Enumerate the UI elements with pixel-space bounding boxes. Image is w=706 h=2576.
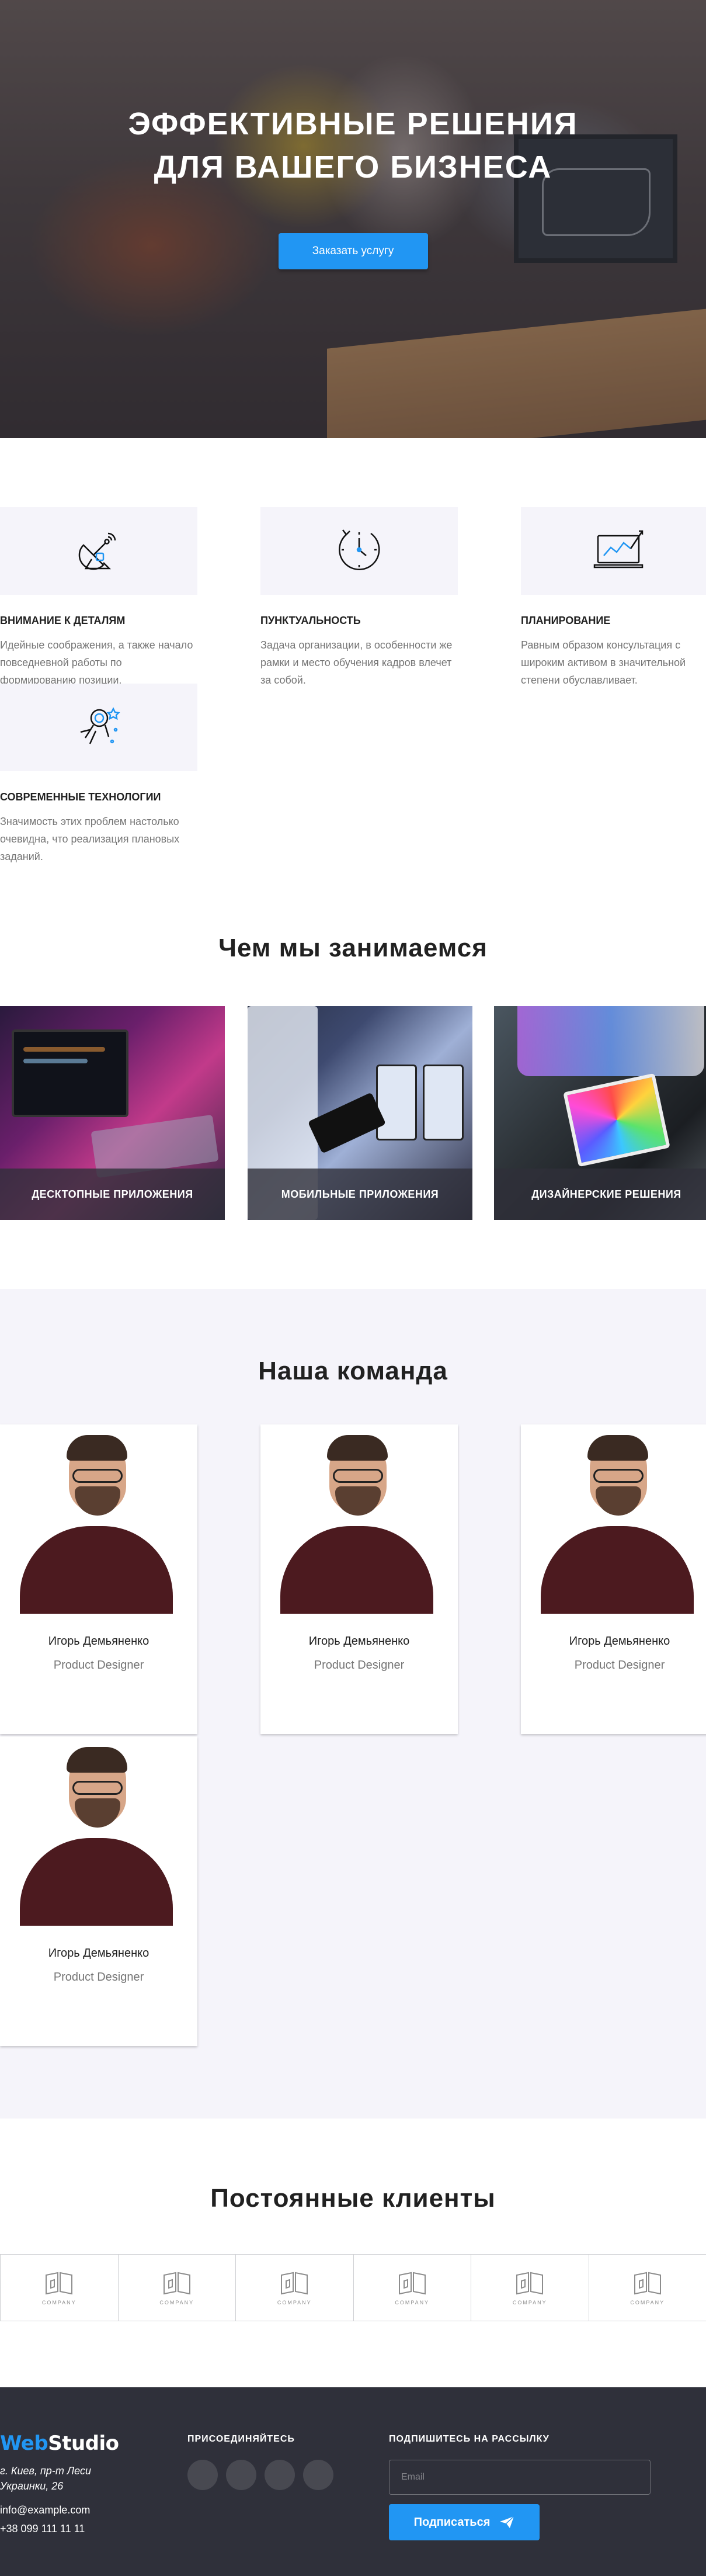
- footer: WebStudio г. Киев, пр-т Леси Украинки, 2…: [0, 2387, 706, 2576]
- antenna-icon: [75, 526, 122, 576]
- logo-rest: Studio: [48, 2432, 119, 2455]
- order-service-button[interactable]: Заказать услугу: [278, 233, 428, 269]
- service-card-design[interactable]: Дизайнерские решения: [494, 1006, 706, 1220]
- feature-item: Внимание к деталям Идейные соображения, …: [0, 507, 197, 689]
- member-photo: [521, 1424, 706, 1614]
- subscribe-button[interactable]: Подписаться: [389, 2504, 540, 2540]
- social-link-icon[interactable]: [303, 2460, 333, 2490]
- hero-section: Эффективные решения для вашего бизнеса З…: [0, 0, 706, 438]
- service-label: Десктопные приложения: [0, 1169, 225, 1220]
- footer-address[interactable]: г. Киев, пр-т Леси Украинки, 26: [0, 2463, 128, 2494]
- feature-text: Задача организации, в особенности же рам…: [260, 639, 453, 686]
- member-name: Игорь Демьяненко: [569, 1635, 670, 1648]
- feature-item: Современные технологии Значимость этих п…: [0, 684, 197, 865]
- feature-text: Идейные соображения, а также начало повс…: [0, 639, 193, 686]
- social-link-icon[interactable]: [187, 2460, 218, 2490]
- astronaut-icon: [72, 703, 125, 753]
- member-role: Product Designer: [574, 1659, 665, 1672]
- member-name: Игорь Демьяненко: [48, 1635, 149, 1648]
- member-role: Product Designer: [314, 1659, 405, 1672]
- client-logo[interactable]: COMPANY: [588, 2254, 706, 2321]
- clients-title: Постоянные клиенты: [210, 2184, 496, 2213]
- client-logo[interactable]: COMPANY: [353, 2254, 471, 2321]
- client-logo[interactable]: COMPANY: [117, 2254, 236, 2321]
- company-logo-icon: [46, 2272, 73, 2294]
- team-member-card: Игорь Демьяненко Product Designer: [260, 1424, 458, 1734]
- clients-list: COMPANY COMPANY COMPANY COMPANY COMPANY …: [0, 2254, 706, 2321]
- company-logo-icon: [634, 2272, 661, 2294]
- feature-text: Значимость этих проблем настолько очевид…: [0, 816, 180, 862]
- client-logo[interactable]: COMPANY: [471, 2254, 589, 2321]
- member-photo: [0, 1424, 197, 1614]
- service-label: Дизайнерские решения: [494, 1169, 706, 1220]
- member-photo: [0, 1736, 197, 1926]
- clients-section: Постоянные клиенты COMPANY COMPANY COMPA…: [0, 2119, 706, 2387]
- service-card-mobile[interactable]: Мобильные приложения: [248, 1006, 472, 1220]
- subscribe-title: Подпишитесь на рассылку: [389, 2434, 550, 2444]
- member-role: Product Designer: [53, 1659, 144, 1672]
- feature-title: Планирование: [521, 615, 611, 626]
- client-logo-word: COMPANY: [159, 2299, 194, 2305]
- client-logo-word: COMPANY: [41, 2299, 76, 2305]
- member-name: Игорь Демьяненко: [48, 1947, 149, 1960]
- team-member-card: Игорь Демьяненко Product Designer: [0, 1736, 197, 2046]
- company-logo-icon: [398, 2272, 426, 2294]
- member-photo: [260, 1424, 458, 1614]
- team-member-card: Игорь Демьяненко Product Designer: [521, 1424, 706, 1734]
- feature-item: Планирование Равным образом консультация…: [521, 507, 706, 689]
- subscribe-email-input[interactable]: [389, 2460, 651, 2495]
- subscribe-button-label: Подписаться: [413, 2515, 491, 2529]
- client-logo-word: COMPANY: [395, 2299, 430, 2305]
- logo-accent: Web: [0, 2432, 48, 2455]
- services-section: Чем мы занимаемся Десктопные приложения …: [0, 934, 706, 1220]
- client-logo-word: COMPANY: [277, 2299, 312, 2305]
- social-link-icon[interactable]: [265, 2460, 295, 2490]
- send-icon: [500, 2516, 514, 2528]
- company-logo-icon: [516, 2272, 544, 2294]
- footer-email-link[interactable]: info@example.com: [0, 2504, 90, 2516]
- clock-icon: [335, 525, 384, 577]
- services-list: Десктопные приложения Мобильные приложен…: [0, 1006, 706, 1220]
- team-section: Наша команда Игорь Демьяненко Product De…: [0, 1289, 706, 2119]
- team-member-card: Игорь Демьяненко Product Designer: [0, 1424, 197, 1734]
- service-label: Мобильные приложения: [248, 1169, 472, 1220]
- features-section: Внимание к деталям Идейные соображения, …: [0, 438, 706, 934]
- feature-title: Современные технологии: [0, 791, 161, 803]
- company-logo-icon: [281, 2272, 308, 2294]
- service-card-desktop[interactable]: Десктопные приложения: [0, 1006, 225, 1220]
- team-title: Наша команда: [258, 1357, 448, 1385]
- feature-title: Внимание к деталям: [0, 615, 126, 626]
- services-title: Чем мы занимаемся: [218, 934, 488, 962]
- feature-item: Пунктуальность Задача организации, в осо…: [260, 507, 458, 689]
- feature-title: Пунктуальность: [260, 615, 361, 626]
- footer-logo[interactable]: WebStudio: [0, 2432, 119, 2455]
- member-name: Игорь Демьяненко: [308, 1635, 410, 1648]
- chart-monitor-icon: [593, 526, 646, 576]
- join-title: Присоединяйтесь: [187, 2434, 295, 2444]
- company-logo-icon: [163, 2272, 190, 2294]
- hero-title: Эффективные решения для вашего бизнеса: [128, 106, 578, 185]
- member-role: Product Designer: [53, 1971, 144, 1984]
- hero-background-desk: [327, 306, 706, 438]
- client-logo-word: COMPANY: [512, 2299, 547, 2305]
- client-logo[interactable]: COMPANY: [0, 2254, 119, 2321]
- social-link-icon[interactable]: [226, 2460, 256, 2490]
- client-logo[interactable]: COMPANY: [235, 2254, 354, 2321]
- feature-text: Равным образом консультация с широким ак…: [521, 639, 686, 686]
- footer-phone-link[interactable]: +38 099 111 11 11: [0, 2523, 85, 2535]
- client-logo-word: COMPANY: [630, 2299, 665, 2305]
